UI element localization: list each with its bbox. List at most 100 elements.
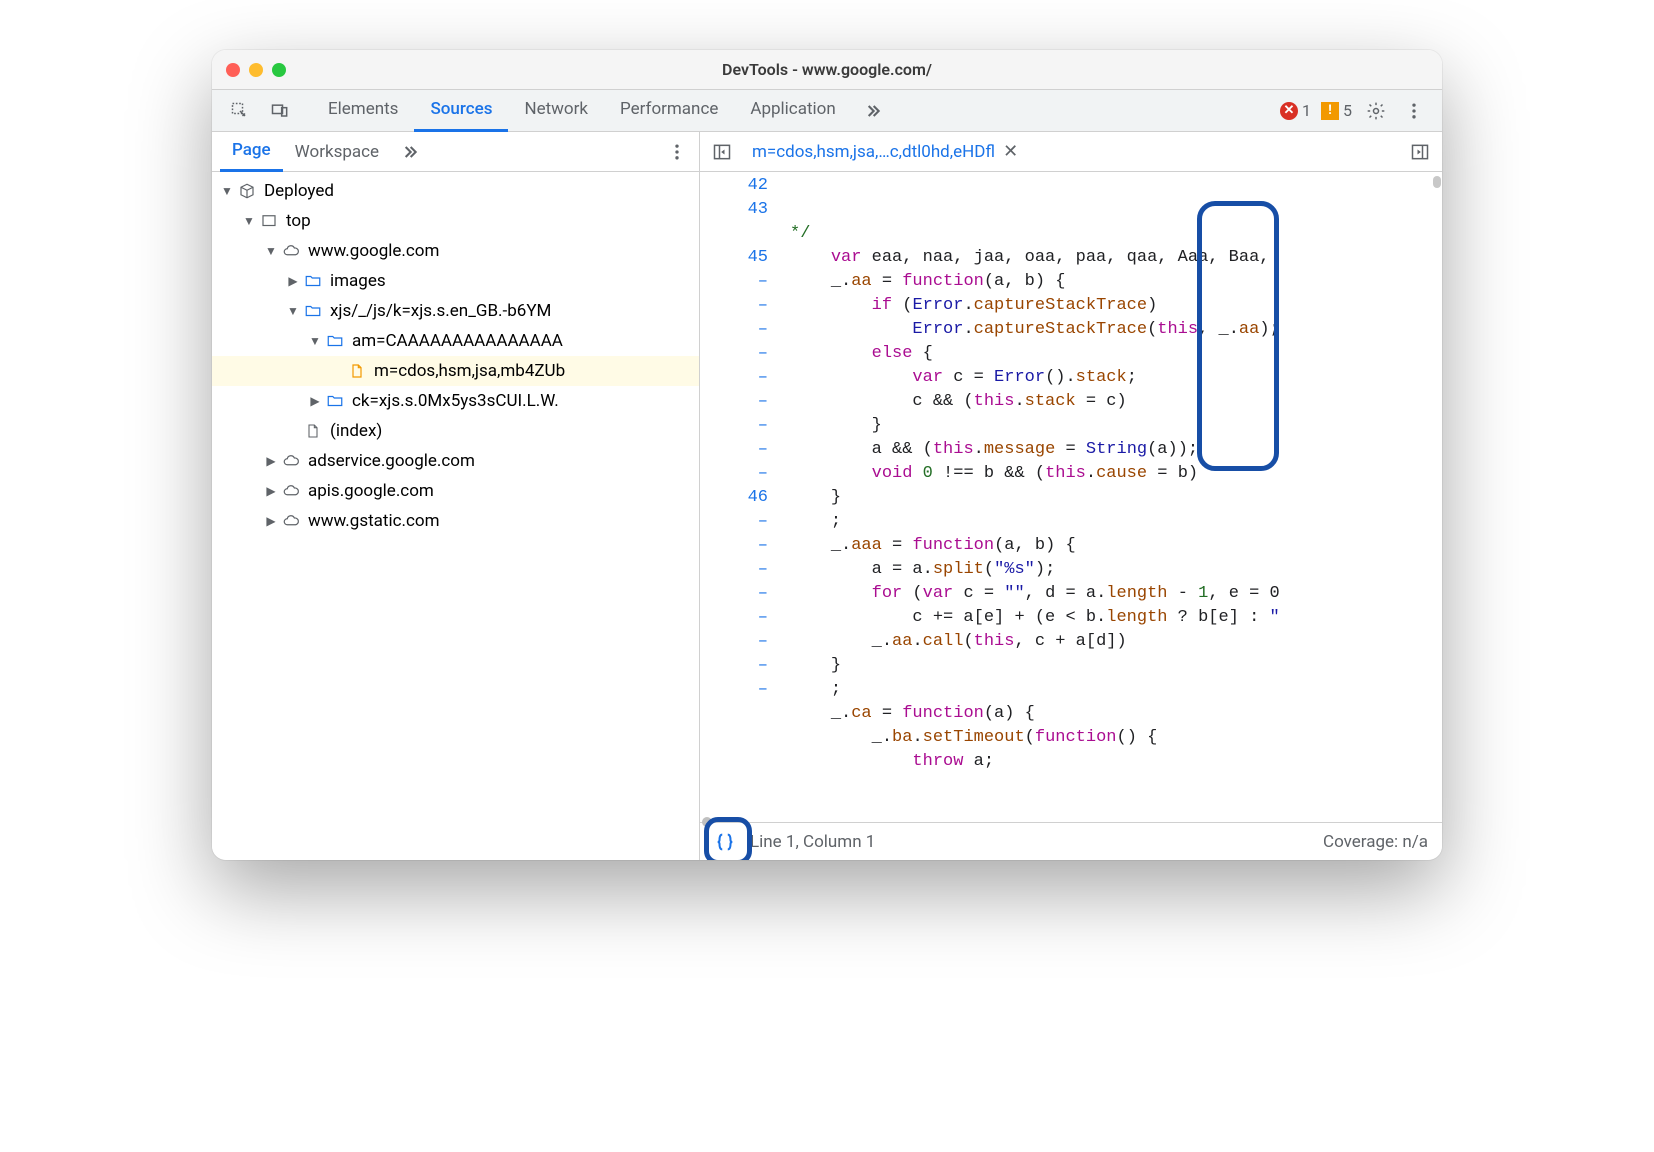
tab-network[interactable]: Network (508, 90, 604, 132)
line-number[interactable]: – (700, 318, 768, 342)
code-line[interactable]: if (Error.captureStackTrace) (790, 294, 1442, 318)
expand-arrow-icon[interactable]: ▼ (242, 214, 256, 228)
code-line[interactable]: void 0 !== b && (this.cause = b) (790, 462, 1442, 486)
device-toggle-icon[interactable] (266, 97, 294, 125)
line-number[interactable]: – (700, 390, 768, 414)
cloud-icon (280, 452, 302, 470)
line-number[interactable]: – (700, 582, 768, 606)
line-number[interactable]: – (700, 654, 768, 678)
tree-item[interactable]: ▶adservice.google.com (212, 446, 699, 476)
code-line[interactable]: c && (this.stack = c) (790, 390, 1442, 414)
tree-item[interactable]: ▼www.google.com (212, 236, 699, 266)
expand-arrow-icon[interactable]: ▶ (264, 514, 278, 528)
file-icon (302, 422, 324, 440)
line-number[interactable]: – (700, 630, 768, 654)
code-line[interactable]: Error.captureStackTrace(this, _.aa); (790, 318, 1442, 342)
expand-arrow-icon[interactable]: ▶ (308, 394, 322, 408)
expand-arrow-icon[interactable]: ▶ (264, 454, 278, 468)
tree-item[interactable]: ▶ck=xjs.s.0Mx5ys3sCUI.L.W. (212, 386, 699, 416)
folder-icon (302, 272, 324, 290)
line-number[interactable]: – (700, 462, 768, 486)
more-options-icon[interactable] (1400, 97, 1428, 125)
line-number[interactable]: – (700, 366, 768, 390)
tree-item[interactable]: (index) (212, 416, 699, 446)
tab-application[interactable]: Application (734, 90, 851, 132)
line-number[interactable]: – (700, 534, 768, 558)
error-count-badge[interactable]: ✕ 1 (1280, 101, 1311, 120)
tree-item[interactable]: ▶www.gstatic.com (212, 506, 699, 536)
navigator-more-icon[interactable] (663, 138, 691, 166)
toggle-debugger-icon[interactable] (1406, 138, 1434, 166)
tree-item[interactable]: ▼top (212, 206, 699, 236)
pretty-print-button[interactable] (714, 831, 736, 853)
maximize-window-button[interactable] (272, 63, 286, 77)
settings-icon[interactable] (1362, 97, 1390, 125)
close-tab-icon[interactable]: ✕ (1003, 141, 1018, 162)
tab-sources[interactable]: Sources (414, 90, 508, 132)
code-editor[interactable]: 424345–––––––––46–––––––– */ var eaa, na… (700, 172, 1442, 822)
line-number[interactable]: 43 (700, 198, 768, 222)
toggle-navigator-icon[interactable] (708, 138, 736, 166)
close-window-button[interactable] (226, 63, 240, 77)
tab-elements[interactable]: Elements (312, 90, 414, 132)
code-content[interactable]: */ var eaa, naa, jaa, oaa, paa, qaa, Aaa… (790, 172, 1442, 822)
line-number[interactable]: – (700, 510, 768, 534)
code-line[interactable]: a && (this.message = String(a)); (790, 438, 1442, 462)
code-line[interactable]: _.aa.call(this, c + a[d]) (790, 630, 1442, 654)
tree-item[interactable]: ▶apis.google.com (212, 476, 699, 506)
line-number[interactable]: – (700, 678, 768, 702)
expand-arrow-icon[interactable]: ▼ (308, 334, 322, 348)
code-line[interactable]: for (var c = "", d = a.length - 1, e = 0 (790, 582, 1442, 606)
expand-arrow-icon[interactable]: ▶ (286, 274, 300, 288)
line-gutter[interactable]: 424345–––––––––46–––––––– (700, 172, 790, 822)
line-number[interactable]: – (700, 438, 768, 462)
minimize-window-button[interactable] (249, 63, 263, 77)
tree-item[interactable]: ▼Deployed (212, 176, 699, 206)
code-line[interactable]: ; (790, 510, 1442, 534)
tree-item[interactable]: m=cdos,hsm,jsa,mb4ZUb (212, 356, 699, 386)
file-navigator[interactable]: ▼Deployed▼top▼www.google.com▶images▼xjs/… (212, 172, 700, 860)
line-number[interactable]: 42 (700, 174, 768, 198)
code-line[interactable]: _.aaa = function(a, b) { (790, 534, 1442, 558)
code-line[interactable]: _.aa = function(a, b) { (790, 270, 1442, 294)
line-number[interactable]: 45 (700, 246, 768, 270)
warning-count-badge[interactable]: ! 5 (1321, 101, 1352, 120)
expand-arrow-icon[interactable]: ▶ (264, 484, 278, 498)
line-number[interactable] (700, 222, 768, 246)
expand-arrow-icon[interactable]: ▼ (286, 304, 300, 318)
line-number[interactable]: – (700, 558, 768, 582)
code-line[interactable]: var c = Error().stack; (790, 366, 1442, 390)
code-line[interactable]: } (790, 486, 1442, 510)
code-line[interactable]: } (790, 654, 1442, 678)
code-line[interactable]: _.ca = function(a) { (790, 702, 1442, 726)
resizer-handle[interactable] (702, 817, 712, 827)
more-tabs-icon[interactable] (858, 97, 886, 125)
code-line[interactable]: ; (790, 678, 1442, 702)
line-number[interactable]: – (700, 294, 768, 318)
line-number[interactable]: 46 (700, 486, 768, 510)
tab-performance[interactable]: Performance (604, 90, 734, 132)
line-number[interactable]: – (700, 342, 768, 366)
line-number[interactable]: – (700, 414, 768, 438)
expand-arrow-icon[interactable]: ▼ (220, 184, 234, 198)
line-number[interactable]: – (700, 606, 768, 630)
code-line[interactable]: throw a; (790, 750, 1442, 774)
expand-arrow-icon[interactable]: ▼ (264, 244, 278, 258)
code-line[interactable]: } (790, 414, 1442, 438)
navigator-tab-workspace[interactable]: Workspace (283, 132, 391, 172)
scrollbar-thumb[interactable] (1433, 176, 1441, 188)
code-line[interactable]: */ (790, 222, 1442, 246)
code-line[interactable]: _.ba.setTimeout(function() { (790, 726, 1442, 750)
editor-file-tab[interactable]: m=cdos,hsm,jsa,…c,dtl0hd,eHDfl ✕ (746, 141, 1024, 162)
tree-item[interactable]: ▼am=CAAAAAAAAAAAAAAA (212, 326, 699, 356)
tree-item[interactable]: ▶images (212, 266, 699, 296)
code-line[interactable]: else { (790, 342, 1442, 366)
inspect-element-icon[interactable] (226, 97, 254, 125)
code-line[interactable]: a = a.split("%s"); (790, 558, 1442, 582)
navigator-tab-page[interactable]: Page (220, 132, 283, 172)
more-navigator-tabs-icon[interactable] (395, 138, 423, 166)
code-line[interactable]: c += a[e] + (e < b.length ? b[e] : " (790, 606, 1442, 630)
tree-item[interactable]: ▼xjs/_/js/k=xjs.s.en_GB.-b6YM (212, 296, 699, 326)
line-number[interactable]: – (700, 270, 768, 294)
code-line[interactable]: var eaa, naa, jaa, oaa, paa, qaa, Aaa, B… (790, 246, 1442, 270)
